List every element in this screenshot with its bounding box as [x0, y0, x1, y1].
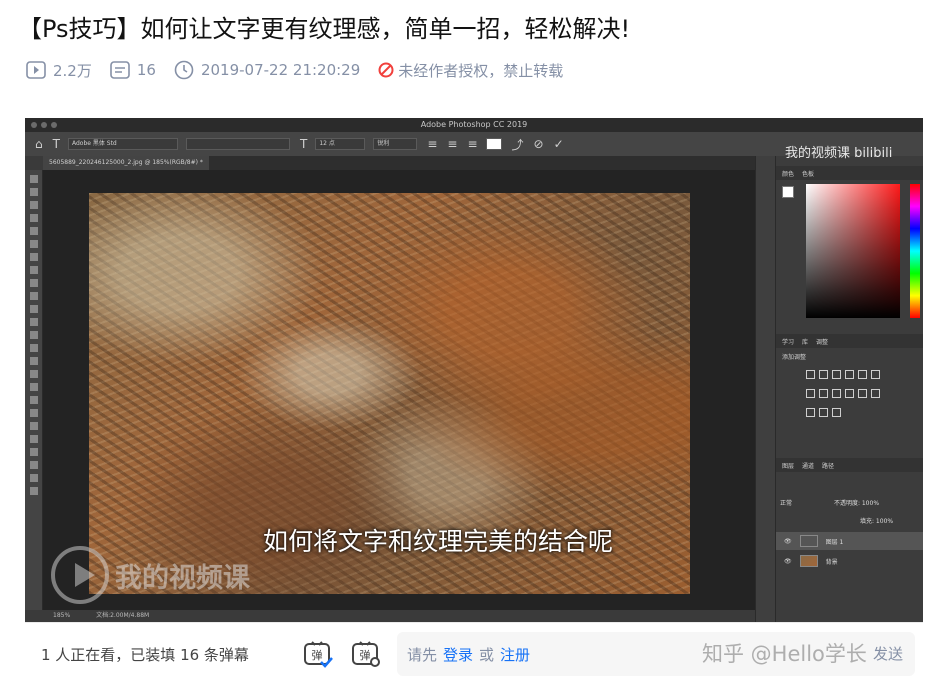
hue-slider	[910, 184, 920, 318]
ps-font-style-field	[185, 138, 290, 150]
ps-antialias-field: 锐利	[373, 138, 418, 150]
play-count-value: 2.2万	[53, 61, 92, 80]
tab-layers: 图层	[782, 462, 795, 470]
watching-status: 1 人正在看，已装填 16 条弹幕	[41, 646, 249, 664]
cancel-icon: ⊘	[533, 137, 544, 151]
clock-icon	[174, 60, 194, 80]
danmaku-toggle-icon[interactable]: 弹	[303, 640, 333, 668]
type-tool-icon: T	[52, 137, 60, 151]
ps-font-field: Adobe 黑体 Std	[67, 138, 178, 150]
channel-watermark: 我的视频课	[51, 546, 250, 604]
layer-row: 👁 背景	[776, 552, 923, 570]
copyright-notice: 未经作者授权，禁止转载	[378, 60, 563, 81]
publish-time-value: 2019-07-22 21:20:29	[200, 61, 361, 79]
ps-app-title: Adobe Photoshop CC 2019	[420, 120, 528, 129]
video-meta: 2.2万 16 2019-07-22 21:20:29 未经作者授权，禁止转载	[26, 58, 581, 82]
color-picker-field	[806, 184, 900, 318]
danmaku-list-icon	[110, 61, 130, 79]
publish-time: 2019-07-22 21:20:29	[174, 60, 360, 80]
tab-library: 库	[802, 338, 809, 346]
adjustment-icons	[804, 366, 894, 423]
register-link[interactable]: 注册	[500, 644, 530, 665]
play-icon	[26, 61, 46, 79]
zhihu-watermark: 知乎 @Hello学长	[702, 642, 867, 666]
danmaku-count-value: 16	[136, 61, 156, 79]
ps-toolbar	[25, 170, 43, 610]
prompt-prefix: 请先	[407, 645, 438, 664]
align-left-icon: ≡	[427, 137, 438, 151]
svg-text:弹: 弹	[312, 648, 323, 662]
adjust-panel-tabs: 学习 库 调整	[776, 334, 923, 348]
copyright-text: 未经作者授权，禁止转载	[398, 61, 564, 80]
ps-font-size-field: 12 点	[315, 138, 366, 150]
ps-status-bar: 185% 文档:2.00M/4.88M	[43, 610, 755, 622]
tab-color: 颜色	[782, 170, 795, 178]
layer-row: 👁 图层 1	[776, 532, 923, 550]
ps-zoom: 185%	[53, 612, 71, 619]
send-button[interactable]: 发送	[873, 640, 903, 668]
ps-doc-tabbar: 5605889_220246125000_2.jpg @ 185%(RGB/8#…	[43, 156, 755, 170]
color-panel-tabs: 颜色 色板	[776, 166, 923, 180]
tab-adjustments: 调整	[816, 338, 829, 346]
blend-mode: 正常	[780, 500, 793, 507]
foreground-color-swatch	[782, 186, 794, 198]
commit-icon: ✓	[553, 137, 564, 151]
prompt-or: 或	[479, 645, 495, 664]
video-player[interactable]: Adobe Photoshop CC 2019 ⌂ T Adobe 黑体 Std…	[25, 118, 923, 622]
svg-text:弹: 弹	[360, 648, 371, 662]
login-link[interactable]: 登录	[443, 644, 473, 665]
video-subtitle: 如何将文字和纹理完美的结合呢	[263, 527, 614, 556]
home-icon: ⌂	[35, 137, 43, 151]
layer-fill: 填充: 100%	[860, 518, 894, 525]
window-controls	[31, 122, 57, 128]
layers-panel-tabs: 图层 通道 路径	[776, 458, 923, 472]
video-title: 【Ps技巧】如何让文字更有纹理感，简单一招，轻松解决!	[18, 15, 631, 43]
layer-opacity: 不透明度: 100%	[833, 500, 880, 507]
danmaku-count: 16	[110, 61, 156, 79]
add-adjustment-label: 添加调整	[782, 354, 807, 361]
font-size-icon: T	[299, 137, 308, 151]
forbidden-icon	[378, 62, 394, 78]
channel-watermark-text: 我的视频课	[115, 562, 250, 594]
tab-paths: 路径	[822, 462, 835, 470]
play-count: 2.2万	[26, 60, 92, 81]
layers-list: 👁 图层 1 👁 背景	[776, 530, 923, 570]
tab-learn: 学习	[782, 338, 795, 346]
ps-panel-strip	[755, 156, 775, 622]
align-center-icon: ≡	[447, 137, 458, 151]
ps-panels: 颜色 色板 学习 库 调整 添加调整 图层 通道 路径 正常 不透明度: 100…	[775, 156, 923, 622]
danmaku-settings-icon[interactable]: 弹	[351, 640, 381, 668]
warp-text-icon: ⤴	[511, 137, 524, 152]
brand-watermark: 我的视频课 bilibili	[785, 146, 893, 161]
ps-titlebar: Adobe Photoshop CC 2019	[25, 118, 923, 132]
play-circle-icon	[51, 546, 109, 604]
tab-channels: 通道	[802, 462, 815, 470]
blend-row: 正常 不透明度: 100%	[780, 498, 879, 507]
align-right-icon: ≡	[467, 137, 478, 151]
text-color-swatch	[485, 138, 502, 150]
ps-doc-tab: 5605889_220246125000_2.jpg @ 185%(RGB/8#…	[43, 156, 209, 170]
tab-swatches: 色板	[802, 170, 815, 178]
ps-doc-size: 文档:2.00M/4.88M	[96, 612, 150, 619]
